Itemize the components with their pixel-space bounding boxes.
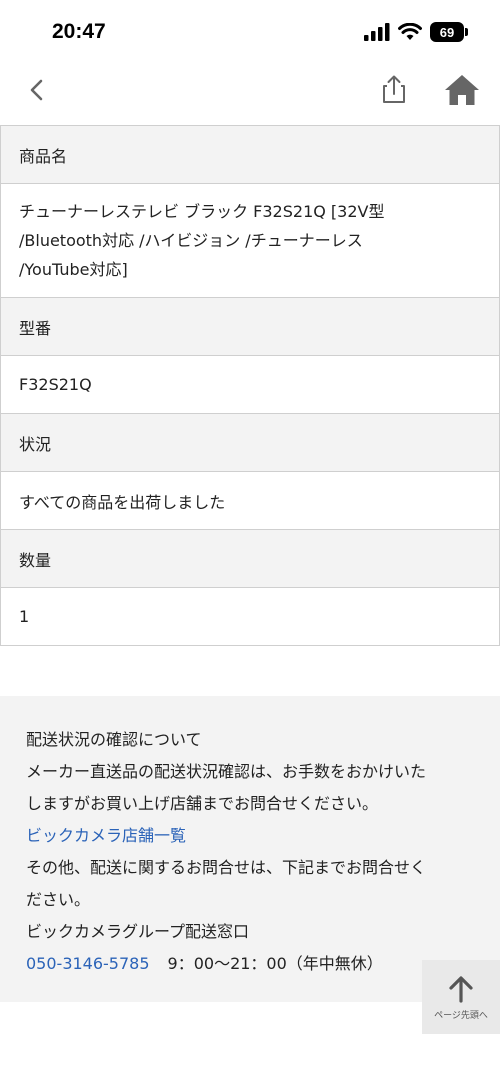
delivery-info-text-2b: ださい。 bbox=[26, 890, 91, 909]
home-button[interactable] bbox=[442, 72, 482, 108]
status-bar: 20:47 69 bbox=[0, 0, 500, 64]
product-name-line-2: /Bluetooth対応 /ハイビジョン /チューナーレス bbox=[19, 231, 363, 250]
product-name-value: チューナーレステレビ ブラック F32S21Q [32V型 /Bluetooth… bbox=[0, 184, 500, 298]
product-name-text: チューナーレステレビ ブラック F32S21Q [32V型 /Bluetooth… bbox=[19, 197, 384, 284]
back-button[interactable] bbox=[22, 74, 54, 106]
product-name-label: 商品名 bbox=[0, 126, 500, 184]
delivery-info-text-2a: その他、配送に関するお問合せは、下記までお問合せく bbox=[26, 858, 427, 877]
status-label: 状況 bbox=[0, 414, 500, 472]
battery-level: 69 bbox=[439, 24, 455, 40]
delivery-info-section: 配送状況の確認について メーカー直送品の配送状況確認は、お手数をおかけいた しま… bbox=[0, 696, 500, 1002]
chevron-left-icon bbox=[30, 79, 43, 101]
delivery-info-heading: 配送状況の確認について bbox=[26, 730, 202, 749]
quantity-label: 数量 bbox=[0, 530, 500, 588]
quantity-label-text: 数量 bbox=[19, 550, 52, 570]
page-top-button[interactable]: ページ先頭へ bbox=[422, 960, 500, 1034]
product-name-line-1: チューナーレステレビ ブラック F32S21Q [32V型 bbox=[19, 202, 385, 221]
store-list-link[interactable]: ビックカメラ店舗一覧 bbox=[26, 826, 186, 845]
status-icons: 69 bbox=[364, 22, 468, 42]
arrow-up-icon bbox=[449, 976, 473, 1003]
business-hours: 9：00〜21：00（年中無休） bbox=[167, 954, 383, 973]
model-number-value: F32S21Q bbox=[0, 356, 500, 414]
battery-icon: 69 bbox=[430, 22, 468, 42]
phone-link[interactable]: 050-3146-5785 bbox=[26, 948, 150, 980]
contact-row: 050-3146-5785 9：00〜21：00（年中無休） bbox=[26, 948, 474, 980]
quantity-text: 1 bbox=[19, 607, 30, 626]
share-button[interactable] bbox=[376, 72, 412, 108]
status-time: 20:47 bbox=[52, 20, 106, 43]
delivery-info-text-1a: メーカー直送品の配送状況確認は、お手数をおかけいた bbox=[26, 762, 427, 781]
status-value: すべての商品を出荷しました bbox=[0, 472, 500, 530]
order-detail-page: 20:47 69 商品名 チューナーレステレビ ブラック F32S21Q [32… bbox=[0, 0, 500, 1080]
page-top-label: ページ先頭へ bbox=[434, 1011, 488, 1021]
product-name-label-text: 商品名 bbox=[19, 146, 68, 166]
share-icon bbox=[383, 75, 405, 103]
order-detail-table: 商品名 チューナーレステレビ ブラック F32S21Q [32V型 /Bluet… bbox=[0, 125, 500, 646]
status-text: すべての商品を出荷しました bbox=[19, 492, 226, 512]
model-number-text: F32S21Q bbox=[19, 375, 92, 394]
contact-name: ビックカメラグループ配送窓口 bbox=[26, 922, 250, 941]
status-label-text: 状況 bbox=[19, 434, 52, 454]
delivery-info-text-1b: しますがお買い上げ店舗までお問合せください。 bbox=[26, 794, 379, 813]
product-name-line-3: /YouTube対応] bbox=[19, 260, 128, 279]
signal-icon bbox=[364, 23, 390, 41]
nav-bar bbox=[0, 64, 500, 120]
model-number-label-text: 型番 bbox=[19, 318, 52, 338]
home-icon bbox=[445, 75, 479, 105]
model-number-label: 型番 bbox=[0, 298, 500, 356]
quantity-value: 1 bbox=[0, 588, 500, 646]
wifi-icon bbox=[398, 23, 422, 40]
